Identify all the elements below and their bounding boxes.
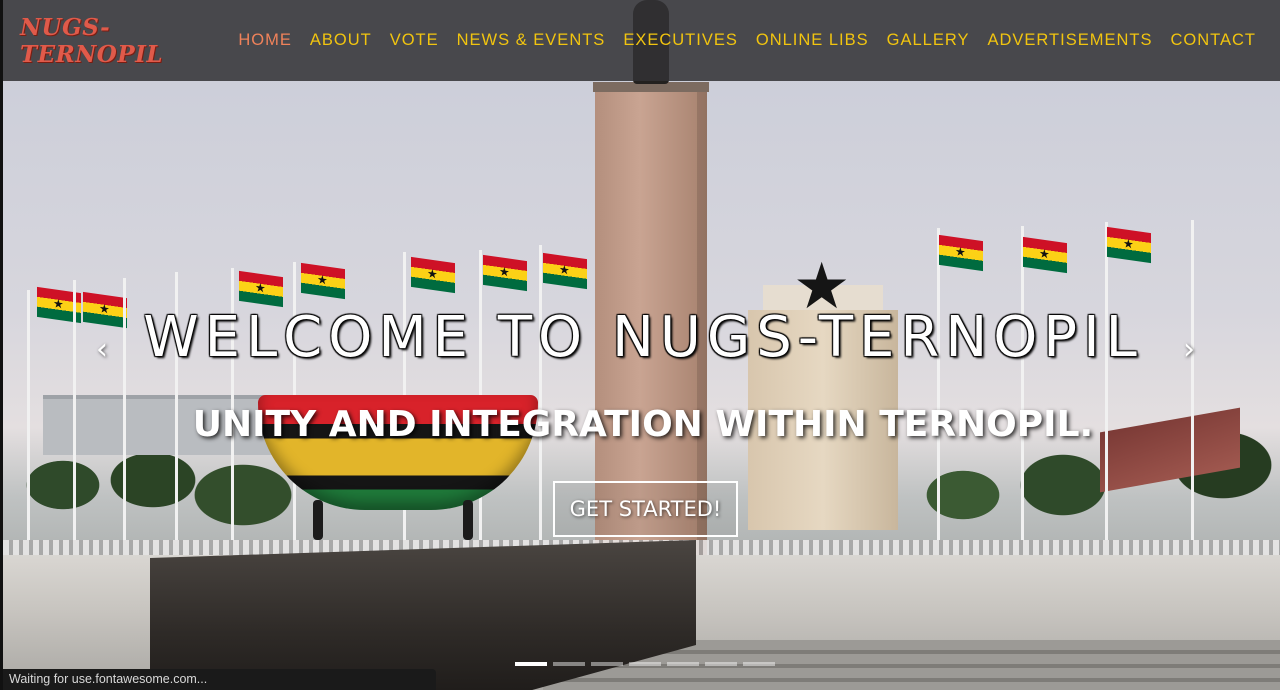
- cauldron-leg: [313, 500, 323, 540]
- carousel-indicator[interactable]: [591, 662, 623, 666]
- flag-pole: [1191, 220, 1194, 540]
- carousel-indicator[interactable]: [705, 662, 737, 666]
- nav-menu: HOME ABOUT VOTE NEWS & EVENTS EXECUTIVES…: [238, 31, 1256, 50]
- carousel-indicator[interactable]: [743, 662, 775, 666]
- brand-logo[interactable]: NUGS-TERNOPIL: [20, 14, 238, 68]
- carousel-indicator[interactable]: [515, 662, 547, 666]
- ghana-flag: [939, 234, 983, 272]
- page: ★ NUGS-TERNOPIL HOME ABOUT VOTE NEWS & E…: [0, 0, 1280, 690]
- nav-item-gallery[interactable]: GALLERY: [887, 31, 970, 50]
- ghana-flag: [301, 262, 345, 300]
- granite-plinth: [150, 540, 696, 690]
- ghana-flag: [1107, 226, 1151, 264]
- carousel-indicator[interactable]: [553, 662, 585, 666]
- carousel-indicator[interactable]: [667, 662, 699, 666]
- nav-item-executives[interactable]: EXECUTIVES: [623, 31, 738, 50]
- browser-status-bar: Waiting for use.fontawesome.com...: [3, 669, 436, 690]
- nav-item-advertisements[interactable]: ADVERTISEMENTS: [987, 31, 1152, 50]
- ghana-flag: [543, 252, 587, 290]
- top-navbar: NUGS-TERNOPIL HOME ABOUT VOTE NEWS & EVE…: [3, 0, 1280, 81]
- carousel-next-chevron-icon[interactable]: ›: [1174, 330, 1204, 370]
- ghana-flag: [411, 256, 455, 294]
- flag-pole: [1105, 222, 1108, 540]
- flag-pole: [539, 245, 542, 540]
- hero-subheadline: UNITY AND INTEGRATION WITHIN TERNOPIL.: [192, 404, 1094, 445]
- nav-item-home[interactable]: HOME: [238, 31, 292, 50]
- carousel-indicator[interactable]: [629, 662, 661, 666]
- nav-item-contact[interactable]: CONTACT: [1170, 31, 1256, 50]
- flag-pole: [937, 228, 940, 540]
- ghana-flag: [483, 254, 527, 292]
- nav-item-online-libs[interactable]: ONLINE LIBS: [756, 31, 869, 50]
- cauldron-leg: [463, 500, 473, 540]
- hero-headline: WELCOME TO NUGS-TERNOPIL: [143, 305, 1143, 370]
- get-started-button[interactable]: GET STARTED!: [553, 481, 738, 537]
- ghana-flag: [1023, 236, 1067, 274]
- nav-item-about[interactable]: ABOUT: [310, 31, 372, 50]
- flag-pole: [1021, 226, 1024, 540]
- carousel-indicators: [515, 662, 775, 666]
- carousel-prev-chevron-icon[interactable]: ‹: [87, 330, 117, 370]
- ghana-flag: [239, 270, 283, 308]
- nav-item-news-events[interactable]: NEWS & EVENTS: [457, 31, 606, 50]
- nav-item-vote[interactable]: VOTE: [390, 31, 439, 50]
